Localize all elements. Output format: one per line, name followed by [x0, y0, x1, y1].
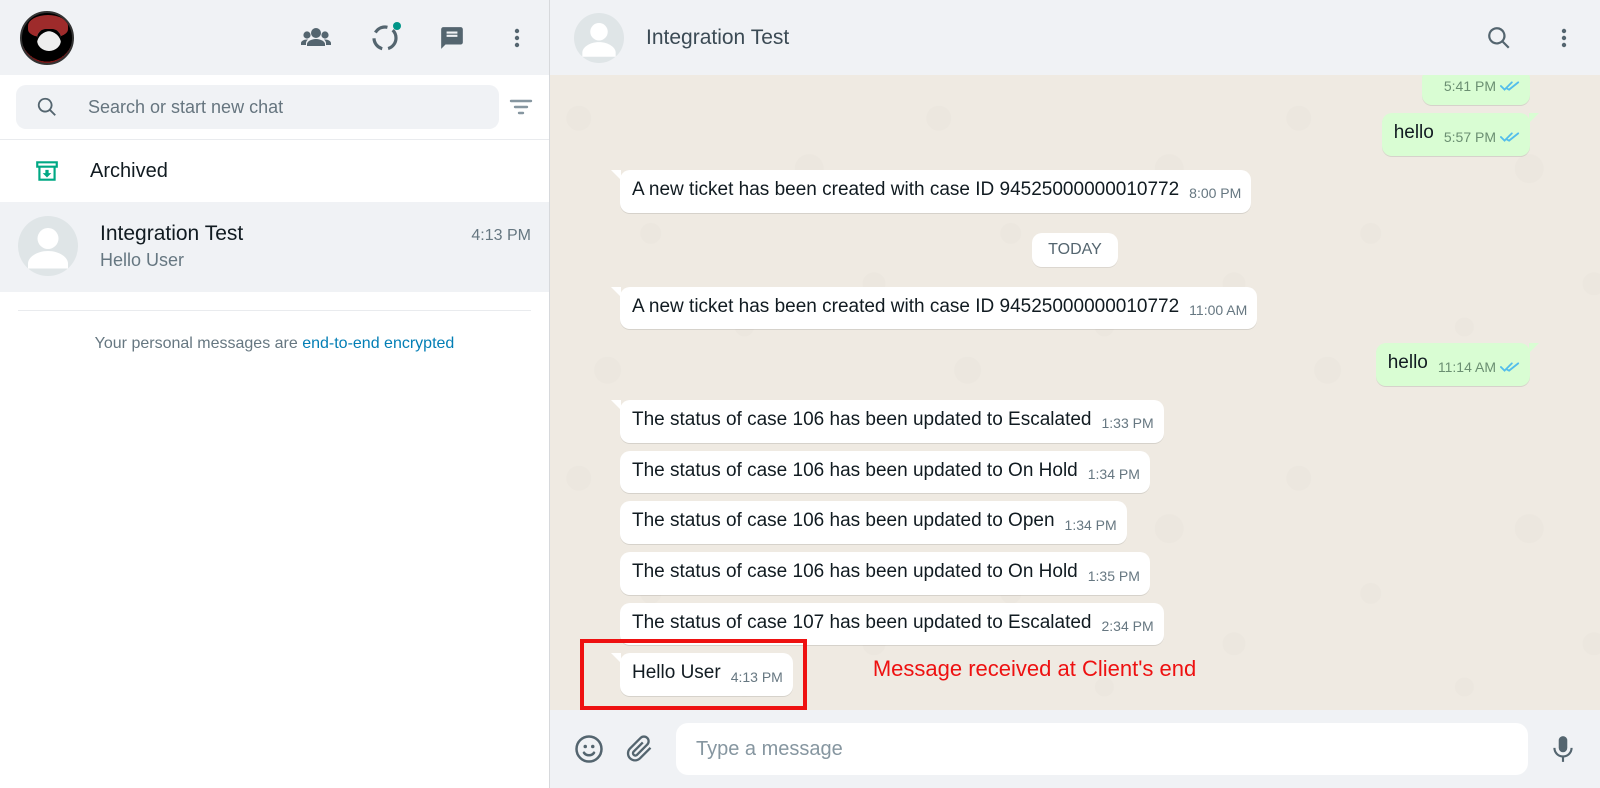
- message-text: hello: [1388, 351, 1428, 376]
- sidebar-header: [0, 0, 549, 75]
- message-text: Hello User: [632, 661, 721, 686]
- chat-list-item[interactable]: Integration Test 4:13 PM Hello User: [0, 202, 549, 292]
- search-box[interactable]: [16, 85, 499, 129]
- message-input-box[interactable]: [676, 723, 1528, 775]
- archive-icon: [34, 158, 60, 184]
- message-time: 1:34 PM: [1088, 465, 1140, 483]
- message-time: 1:34 PM: [1065, 516, 1117, 534]
- archived-label: Archived: [90, 160, 168, 183]
- incoming-message[interactable]: A new ticket has been created with case …: [620, 287, 1257, 330]
- chat-title[interactable]: Integration Test: [646, 26, 1464, 50]
- message-text: hello: [1394, 121, 1434, 146]
- sidebar: Archived Integration Test 4:13 PM Hello …: [0, 0, 550, 788]
- message-text: The status of case 106 has been updated …: [632, 560, 1078, 585]
- chat-search-icon[interactable]: [1486, 25, 1512, 51]
- message-text: The status of case 107 has been updated …: [632, 611, 1092, 636]
- e2e-notice: Your personal messages are end-to-end en…: [0, 311, 549, 377]
- archived-row[interactable]: Archived: [0, 140, 549, 202]
- message-time: 4:13 PM: [731, 668, 783, 686]
- outgoing-message[interactable]: hello 11:14 AM: [1376, 343, 1530, 386]
- incoming-message[interactable]: The status of case 106 has been updated …: [620, 400, 1164, 443]
- incoming-message[interactable]: The status of case 107 has been updated …: [620, 603, 1164, 646]
- message-text: The status of case 106 has been updated …: [632, 408, 1092, 433]
- menu-icon[interactable]: [505, 26, 529, 50]
- read-receipt-icon: [1500, 360, 1520, 374]
- message-input[interactable]: [696, 738, 1508, 761]
- attach-icon[interactable]: [626, 735, 654, 763]
- search-row: [0, 75, 549, 140]
- incoming-message[interactable]: Hello User 4:13 PM: [620, 653, 793, 696]
- e2e-link[interactable]: end-to-end encrypted: [302, 335, 454, 352]
- chat-last-message: Hello User: [100, 250, 531, 271]
- my-avatar[interactable]: [20, 11, 74, 65]
- contact-avatar: [18, 216, 78, 276]
- outgoing-message[interactable]: hello 5:57 PM: [1382, 113, 1530, 156]
- chat-body: 5:41 PM hello 5:57 PM A new ticket has been…: [550, 75, 1600, 710]
- message-time: 1:35 PM: [1088, 567, 1140, 585]
- message-time: 2:34 PM: [1102, 617, 1154, 635]
- emoji-icon[interactable]: [574, 734, 604, 764]
- outgoing-message[interactable]: 5:41 PM: [1422, 75, 1530, 105]
- read-receipt-icon: [1500, 79, 1520, 93]
- incoming-message[interactable]: A new ticket has been created with case …: [620, 170, 1251, 213]
- filter-icon[interactable]: [509, 97, 533, 117]
- message-time: 11:00 AM: [1189, 301, 1247, 319]
- status-icon[interactable]: [371, 24, 399, 52]
- new-chat-icon[interactable]: [439, 25, 465, 51]
- message-time: 1:33 PM: [1102, 414, 1154, 432]
- communities-icon[interactable]: [301, 26, 331, 50]
- chat-header: Integration Test: [550, 0, 1600, 75]
- chat-contact-avatar[interactable]: [574, 13, 624, 63]
- composer: [550, 710, 1600, 788]
- sidebar-actions: [301, 24, 529, 52]
- mic-icon[interactable]: [1550, 734, 1576, 764]
- search-input[interactable]: [88, 97, 479, 118]
- incoming-message[interactable]: The status of case 106 has been updated …: [620, 451, 1150, 494]
- message-text: A new ticket has been created with case …: [632, 295, 1179, 320]
- message-time: 8:00 PM: [1189, 184, 1241, 202]
- incoming-message[interactable]: The status of case 106 has been updated …: [620, 501, 1127, 544]
- message-text: A new ticket has been created with case …: [632, 178, 1179, 203]
- message-scroll[interactable]: 5:41 PM hello 5:57 PM A new ticket has been…: [550, 75, 1600, 710]
- message-time: 11:14 AM: [1438, 358, 1520, 376]
- message-time: 5:57 PM: [1444, 128, 1520, 146]
- message-text: The status of case 106 has been updated …: [632, 509, 1055, 534]
- message-text: The status of case 106 has been updated …: [632, 459, 1078, 484]
- read-receipt-icon: [1500, 130, 1520, 144]
- incoming-message[interactable]: The status of case 106 has been updated …: [620, 552, 1150, 595]
- chat-time: 4:13 PM: [471, 227, 531, 245]
- message-time: 5:41 PM: [1444, 77, 1520, 95]
- search-icon: [36, 96, 58, 118]
- day-separator: TODAY: [1032, 233, 1118, 267]
- chat-name: Integration Test: [100, 222, 243, 246]
- chat-pane: Integration Test 5:41 PM hello 5:57 PM A ne…: [550, 0, 1600, 788]
- chat-menu-icon[interactable]: [1552, 26, 1576, 50]
